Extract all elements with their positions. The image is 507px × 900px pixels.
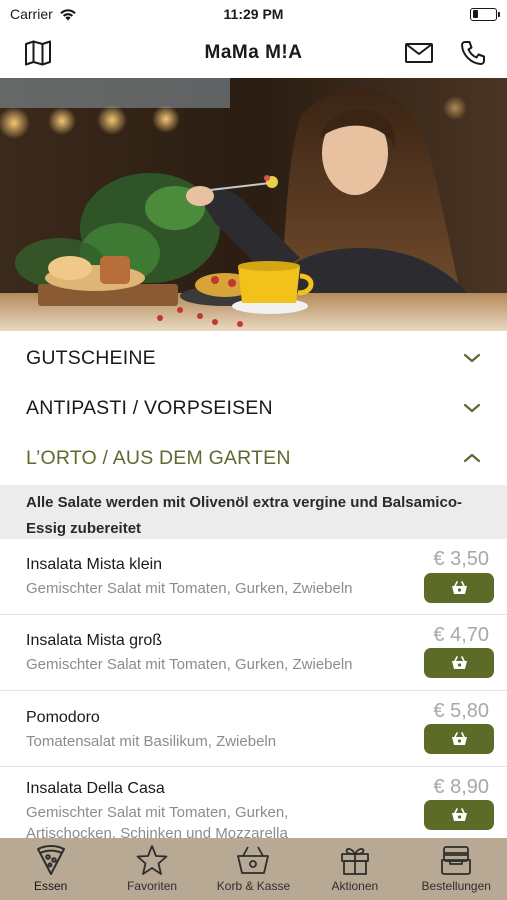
product-name: Insalata Mista groß [26, 632, 163, 649]
basket-icon [451, 808, 467, 821]
mail-icon [405, 43, 433, 63]
product-price: € 4,70 [433, 624, 489, 646]
product-row[interactable]: Insalata Mista klein Gemischter Salat mi… [0, 539, 507, 615]
add-to-basket-button[interactable] [424, 573, 494, 603]
tab-label: Korb & Kasse [216, 879, 291, 893]
product-price: € 3,50 [433, 548, 489, 570]
product-price: € 8,90 [433, 776, 489, 798]
chevron-down-icon [463, 353, 481, 363]
inbox-icon [441, 846, 472, 875]
tab-korb-kasse[interactable]: Korb & Kasse [203, 838, 304, 900]
map-button[interactable] [22, 38, 54, 68]
category-gutscheine[interactable]: GUTSCHEINE [0, 333, 507, 383]
gift-icon [340, 847, 369, 875]
add-to-basket-button[interactable] [424, 800, 494, 830]
product-description: Gemischter Salat mit Tomaten, Gurken, Zw… [26, 580, 353, 597]
basket-icon [237, 846, 270, 874]
hero-image [0, 78, 507, 331]
basket-icon [451, 732, 467, 745]
product-price: € 5,80 [433, 700, 489, 722]
tab-favoriten[interactable]: Favoriten [102, 838, 203, 900]
tab-label: Essen [34, 879, 68, 893]
tab-label: Aktionen [331, 879, 379, 893]
mail-button[interactable] [403, 38, 435, 68]
pizza-icon [36, 845, 65, 875]
battery-level [472, 10, 478, 18]
product-row[interactable]: Insalata Della Casa Gemischter Salat mit… [0, 767, 507, 843]
phone-button[interactable] [457, 38, 489, 68]
category-label: ANTIPASTI / VORPSEISEN [26, 396, 273, 419]
basket-icon [451, 581, 467, 594]
basket-icon [451, 656, 467, 669]
star-icon [136, 845, 168, 875]
product-row[interactable]: Insalata Mista groß Gemischter Salat mit… [0, 615, 507, 691]
add-to-basket-button[interactable] [424, 724, 494, 754]
category-label: GUTSCHEINE [26, 346, 156, 369]
product-row[interactable]: Pomodoro Tomatensalat mit Basilikum, Zwi… [0, 691, 507, 767]
tab-label: Bestellungen [421, 879, 491, 893]
tab-bestellungen[interactable]: Bestellungen [406, 838, 507, 900]
tab-aktionen[interactable]: Aktionen [304, 838, 405, 900]
tab-essen[interactable]: Essen [0, 838, 101, 900]
map-icon [25, 40, 51, 66]
phone-icon [461, 41, 485, 65]
product-description: Gemischter Salat mit Tomaten, Gurken, Zw… [26, 656, 353, 673]
app-title: MaMa M!A [204, 42, 303, 63]
chevron-down-icon [463, 403, 481, 413]
product-name: Pomodoro [26, 709, 100, 726]
product-name: Insalata Della Casa [26, 780, 165, 797]
category-notice: Alle Salate werden mit Olivenöl extra ve… [0, 485, 507, 539]
category-orto[interactable]: L’ORTO / AUS DEM GARTEN [0, 433, 507, 483]
product-name: Insalata Mista klein [26, 556, 163, 573]
product-description: Tomatensalat mit Basilikum, Zwiebeln [26, 733, 277, 750]
chevron-up-icon [463, 453, 481, 463]
carrier-label: Carrier [10, 6, 53, 22]
tab-bar: Essen Favoriten Korb & Kasse Aktionen Be… [0, 838, 507, 900]
wifi-icon [59, 8, 76, 20]
nav-bar: MaMa M!A [0, 28, 507, 78]
category-antipasti[interactable]: ANTIPASTI / VORPSEISEN [0, 383, 507, 433]
tab-label: Favoriten [127, 879, 178, 893]
status-bar: Carrier 11:29 PM [0, 0, 507, 28]
battery-icon [470, 7, 500, 21]
category-label: L’ORTO / AUS DEM GARTEN [26, 446, 291, 469]
add-to-basket-button[interactable] [424, 648, 494, 678]
